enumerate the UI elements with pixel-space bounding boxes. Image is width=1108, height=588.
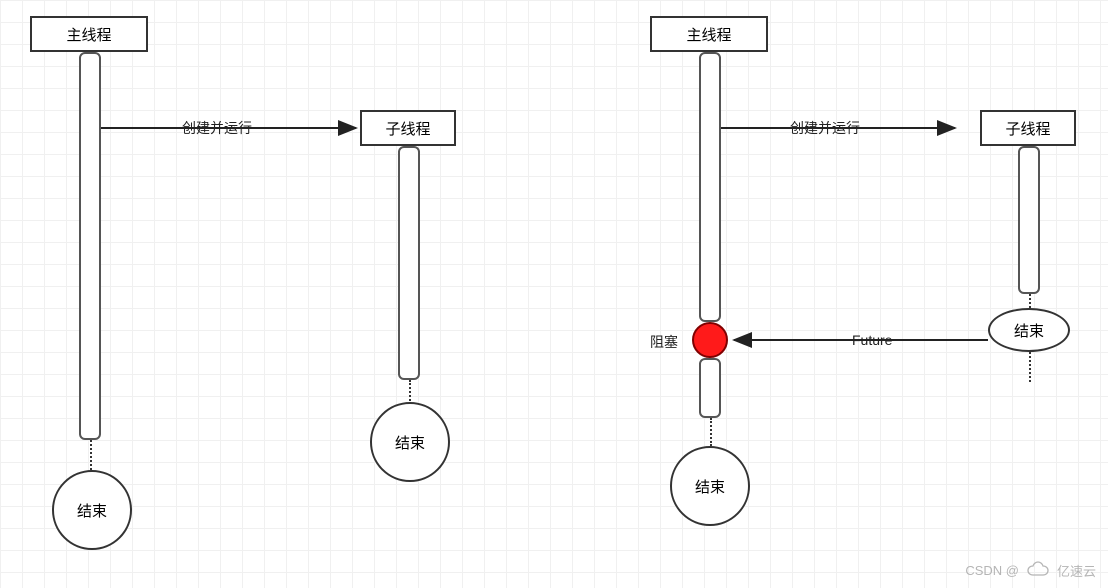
watermark: CSDN @ 亿速云 xyxy=(965,561,1096,580)
watermark-csdn: CSDN @ xyxy=(965,563,1019,578)
arrows-svg xyxy=(0,0,1108,588)
watermark-brand: 亿速云 xyxy=(1057,561,1096,580)
cloud-icon xyxy=(1027,561,1049,580)
